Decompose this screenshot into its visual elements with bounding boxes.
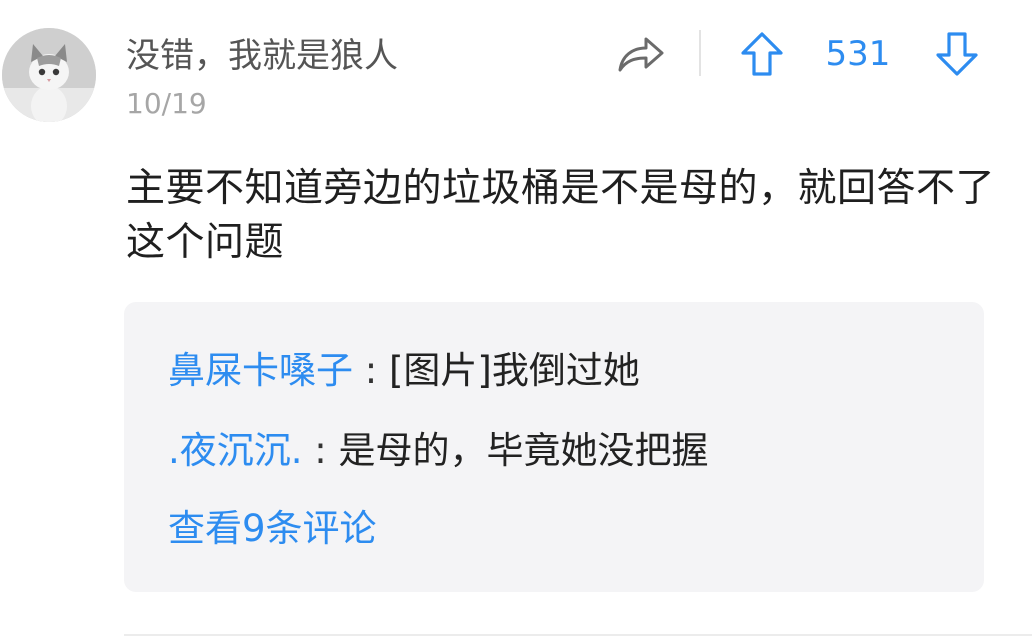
reply-author[interactable]: 鼻屎卡嗓子 <box>168 349 353 392</box>
replies-box[interactable]: 鼻屎卡嗓子 : [图片]我倒过她 .夜沉沉. : 是母的，毕竟她没把握 查看9条… <box>124 302 984 592</box>
arrow-up-icon <box>741 32 783 76</box>
upvote-button[interactable] <box>737 28 787 80</box>
reply-author[interactable]: .夜沉沉. <box>168 429 303 472</box>
username[interactable]: 没错，我就是狼人 <box>126 33 398 79</box>
user-avatar[interactable] <box>2 28 96 122</box>
arrow-down-icon <box>936 32 978 76</box>
reply-text: [图片]我倒过她 <box>389 349 640 392</box>
cat-avatar-icon <box>2 28 96 122</box>
comment-content: 主要不知道旁边的垃圾桶是不是母的，就回答不了这个问题 <box>126 166 996 265</box>
comment-item: 没错，我就是狼人 10/19 531 主要不知道旁边的垃圾桶是不是母的，就回答不… <box>0 0 1032 636</box>
comment-date: 10/19 <box>126 87 207 120</box>
reply-separator: : <box>353 349 389 392</box>
reply-text: 是母的，毕竟她没把握 <box>338 429 709 472</box>
action-divider <box>699 30 701 76</box>
share-button[interactable] <box>612 30 670 78</box>
reply-separator: : <box>302 429 339 472</box>
view-more-replies-link[interactable]: 查看9条评论 <box>168 504 377 554</box>
downvote-button[interactable] <box>932 28 982 80</box>
reply-item[interactable]: 鼻屎卡嗓子 : [图片]我倒过她 <box>168 346 640 396</box>
reply-item[interactable]: .夜沉沉. : 是母的，毕竟她没把握 <box>168 426 709 476</box>
vote-count: 531 <box>825 34 891 74</box>
share-arrow-icon <box>618 37 664 72</box>
